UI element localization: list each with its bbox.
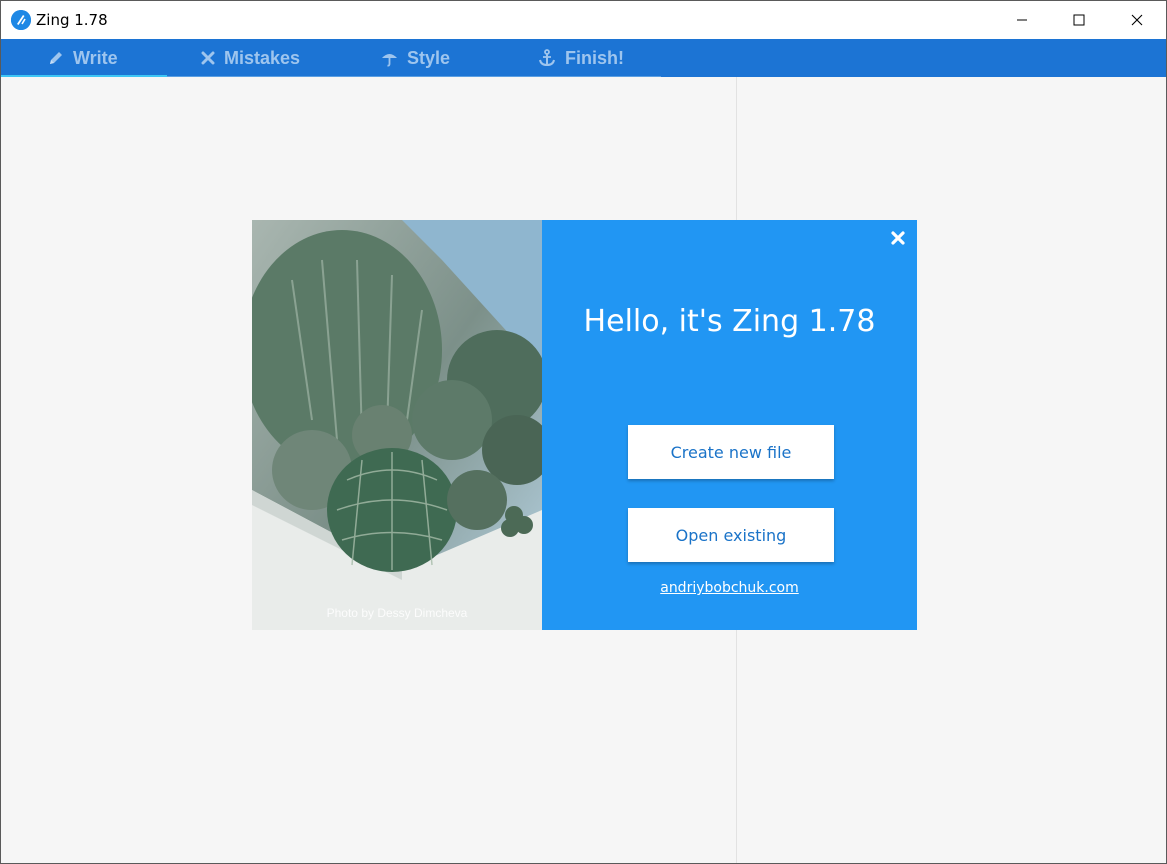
close-icon xyxy=(891,231,905,245)
tab-label: Finish! xyxy=(565,47,624,68)
x-icon xyxy=(201,51,215,65)
minimize-icon xyxy=(1017,19,1027,21)
tab-mistakes[interactable]: Mistakes xyxy=(201,39,300,77)
title-bar[interactable]: Zing 1.78 xyxy=(1,1,1166,39)
close-icon xyxy=(1131,14,1143,26)
tab-write[interactable]: Write xyxy=(48,39,118,77)
tab-style[interactable]: Style xyxy=(381,39,450,77)
zing-logo-icon xyxy=(11,10,31,30)
welcome-panel: Hello, it's Zing 1.78 Create new file Op… xyxy=(542,220,917,630)
open-existing-button[interactable]: Open existing xyxy=(628,508,834,562)
window-title: Zing 1.78 xyxy=(36,11,108,29)
author-website-link[interactable]: andriybobchuk.com xyxy=(542,580,917,596)
tab-label: Write xyxy=(73,47,118,68)
create-new-file-button[interactable]: Create new file xyxy=(628,425,834,479)
tab-finish[interactable]: Finish! xyxy=(538,39,624,77)
pencil-icon xyxy=(48,50,64,66)
tab-bar: Write Mistakes Style Finish! xyxy=(1,39,1166,77)
maximize-button[interactable] xyxy=(1050,1,1108,39)
photo-credit: Photo by Dessy Dimcheva xyxy=(326,606,468,620)
minimize-button[interactable] xyxy=(993,1,1051,39)
cactus-photo: Photo by Dessy Dimcheva xyxy=(252,220,542,630)
maximize-icon xyxy=(1073,14,1085,26)
tab-label: Mistakes xyxy=(224,47,301,68)
welcome-heading: Hello, it's Zing 1.78 xyxy=(583,304,876,339)
tab-label: Style xyxy=(407,47,451,68)
close-dialog-button[interactable] xyxy=(890,230,906,246)
welcome-dialog: Photo by Dessy Dimcheva Hello, it's Zing… xyxy=(252,220,917,630)
anchor-icon xyxy=(538,49,556,67)
close-window-button[interactable] xyxy=(1108,1,1166,39)
umbrella-icon xyxy=(381,50,398,67)
app-window: Zing 1.78 Write Mistakes Style Finish! P… xyxy=(0,0,1167,864)
